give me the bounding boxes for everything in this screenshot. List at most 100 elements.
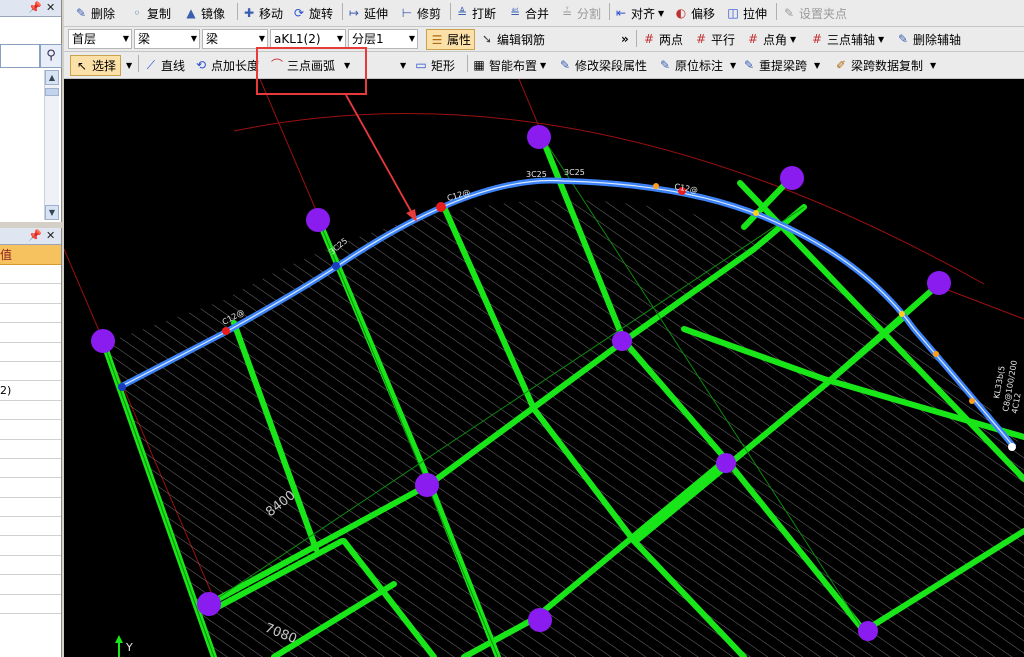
drawing-svg[interactable]: 3C25 3C25 3C25 C12@ C12@ C12@ KL33b(5 C8… — [64, 79, 1024, 657]
line-button[interactable]: ⟋ 直线 — [144, 52, 185, 78]
property-row[interactable] — [0, 401, 61, 421]
parallel-aux-button[interactable]: # 平行 — [694, 27, 735, 51]
span-data-copy-button[interactable]: ✐ 梁跨数据复制 ▼ — [834, 52, 936, 78]
extend-button[interactable]: ↦ 延伸 — [347, 0, 388, 26]
draw-toolbar: ↖ 选择 ▼ ⟋ 直线 ⟲ 点加长度 ⌒ 三点画弧 ▼ ▼ ▭ 矩形 ▦ 智能布置 ▼ ✎ 修改梁… — [64, 52, 1024, 79]
rotate-icon: ⟳ — [293, 6, 305, 20]
scroll-thumb[interactable] — [45, 88, 59, 96]
property-row[interactable] — [0, 265, 61, 285]
stretch-button[interactable]: ◫ 拉伸 — [726, 0, 767, 26]
more-tools-button[interactable]: » — [621, 27, 629, 51]
select-button[interactable]: ↖ 选择 — [70, 55, 122, 76]
column[interactable] — [415, 473, 439, 497]
column[interactable] — [858, 621, 878, 641]
cursor-icon: ↖ — [76, 58, 88, 73]
search-input[interactable] — [0, 44, 40, 68]
layer-tree-panel: 📌 ✕ ⚲ ▲ ▼ — [0, 0, 62, 222]
properties-icon: ☰ — [431, 32, 443, 47]
select-dropdown[interactable]: ▼ — [126, 52, 132, 78]
close-icon[interactable]: ✕ — [46, 1, 55, 15]
property-row[interactable] — [0, 304, 61, 324]
property-row[interactable] — [0, 498, 61, 518]
property-grid-titlebar: 📌 ✕ — [0, 228, 61, 245]
align-button[interactable]: ⇤ 对齐 ▼ — [614, 0, 664, 26]
column[interactable] — [780, 166, 804, 190]
point-angle-aux-button[interactable]: # 点角 ▼ — [746, 27, 796, 51]
property-row[interactable] — [0, 343, 61, 362]
mirror-icon: ▲ — [186, 6, 196, 20]
three-point-aux-icon: # — [811, 32, 823, 46]
column[interactable] — [927, 271, 951, 295]
split-button[interactable]: ≟ 分割 — [560, 0, 601, 26]
column[interactable] — [716, 453, 736, 473]
offset-icon: ◐ — [675, 6, 687, 20]
close-icon[interactable]: ✕ — [46, 229, 55, 243]
type-select[interactable]: 梁 ▼ — [202, 29, 268, 49]
property-row[interactable] — [0, 556, 61, 576]
delete-aux-button[interactable]: ✎ 删除辅轴 — [896, 27, 961, 51]
smart-layout-button[interactable]: ▦ 智能布置 ▼ — [472, 52, 546, 78]
point-length-button[interactable]: ⟲ 点加长度 — [194, 52, 259, 78]
vertical-scrollbar[interactable]: ▲ ▼ — [44, 70, 59, 220]
set-grip-button[interactable]: ✎ 设置夹点 — [782, 0, 847, 26]
in-situ-label-button[interactable]: ✎ 原位标注 ▼ — [658, 52, 736, 78]
property-row[interactable] — [0, 323, 61, 343]
merge-button[interactable]: ≝ 合并 — [508, 0, 549, 26]
delete-button[interactable]: ✎ 删除 — [74, 0, 115, 26]
category-select[interactable]: 梁 ▼ — [134, 29, 200, 49]
modify-span-props-button[interactable]: ✎ 修改梁段属性 — [558, 52, 647, 78]
line-icon: ⟋ — [146, 58, 156, 72]
column[interactable] — [528, 608, 552, 632]
property-row[interactable] — [0, 536, 61, 556]
break-icon: ≜ — [456, 6, 468, 20]
column[interactable] — [91, 329, 115, 353]
mirror-button[interactable]: ▲ 镜像 — [184, 0, 225, 26]
search-icon[interactable]: ⚲ — [40, 44, 62, 68]
offset-button[interactable]: ◐ 偏移 — [674, 0, 715, 26]
property-row[interactable] — [0, 517, 61, 537]
column[interactable] — [306, 208, 330, 232]
property-row[interactable] — [0, 362, 61, 382]
move-icon: ✚ — [243, 6, 255, 20]
arc-dropdown[interactable]: ▼ — [400, 52, 406, 78]
element-select[interactable]: aKL1(2) ▼ — [270, 29, 346, 49]
property-row[interactable] — [0, 575, 61, 595]
layer-select[interactable]: 分层1 ▼ — [348, 29, 418, 49]
column[interactable] — [612, 331, 632, 351]
property-row[interactable] — [0, 284, 61, 304]
pin-icon[interactable]: 📌 — [28, 229, 42, 243]
property-row[interactable] — [0, 478, 61, 498]
floor-select[interactable]: 首层 ▼ — [68, 29, 132, 49]
repick-span-button[interactable]: ✎ 重提梁跨 ▼ — [742, 52, 820, 78]
move-button[interactable]: ✚ 移动 — [242, 0, 283, 26]
modify-icon: ✎ — [559, 58, 571, 72]
rectangle-icon: ▭ — [415, 58, 427, 72]
rectangle-button[interactable]: ▭ 矩形 — [414, 52, 455, 78]
grip-icon: ✎ — [783, 6, 795, 20]
break-button[interactable]: ≜ 打断 — [455, 0, 496, 26]
parallel-icon: # — [695, 32, 707, 46]
scroll-up-icon[interactable]: ▲ — [45, 70, 59, 85]
property-row[interactable] — [0, 459, 61, 479]
property-row[interactable]: 2) — [0, 381, 61, 401]
edit-rebar-button[interactable]: ➘ 编辑钢筋 — [480, 27, 545, 51]
smart-layout-icon: ▦ — [473, 58, 485, 72]
column[interactable] — [197, 592, 221, 616]
copy-button[interactable]: ◦ 复制 — [130, 0, 171, 26]
trim-button[interactable]: ⊢ 修剪 — [400, 0, 441, 26]
three-point-aux-button[interactable]: # 三点辅轴 ▼ — [810, 27, 884, 51]
layer-tree-panel-titlebar: 📌 ✕ — [0, 0, 61, 17]
properties-button[interactable]: ☰ 属性 — [426, 29, 476, 50]
axis-indicator: Y — [115, 635, 133, 657]
rebar-label: 3C25 — [526, 170, 547, 179]
scroll-down-icon[interactable]: ▼ — [45, 205, 59, 220]
drawing-canvas[interactable]: 3C25 3C25 3C25 C12@ C12@ C12@ KL33b(5 C8… — [64, 79, 1024, 657]
property-row[interactable] — [0, 595, 61, 615]
two-points-icon: # — [643, 32, 655, 46]
two-points-aux-button[interactable]: # 两点 — [642, 27, 683, 51]
column[interactable] — [527, 125, 551, 149]
rotate-button[interactable]: ⟳ 旋转 — [292, 0, 333, 26]
pin-icon[interactable]: 📌 — [28, 1, 42, 15]
property-row[interactable] — [0, 420, 61, 440]
property-row[interactable] — [0, 440, 61, 459]
